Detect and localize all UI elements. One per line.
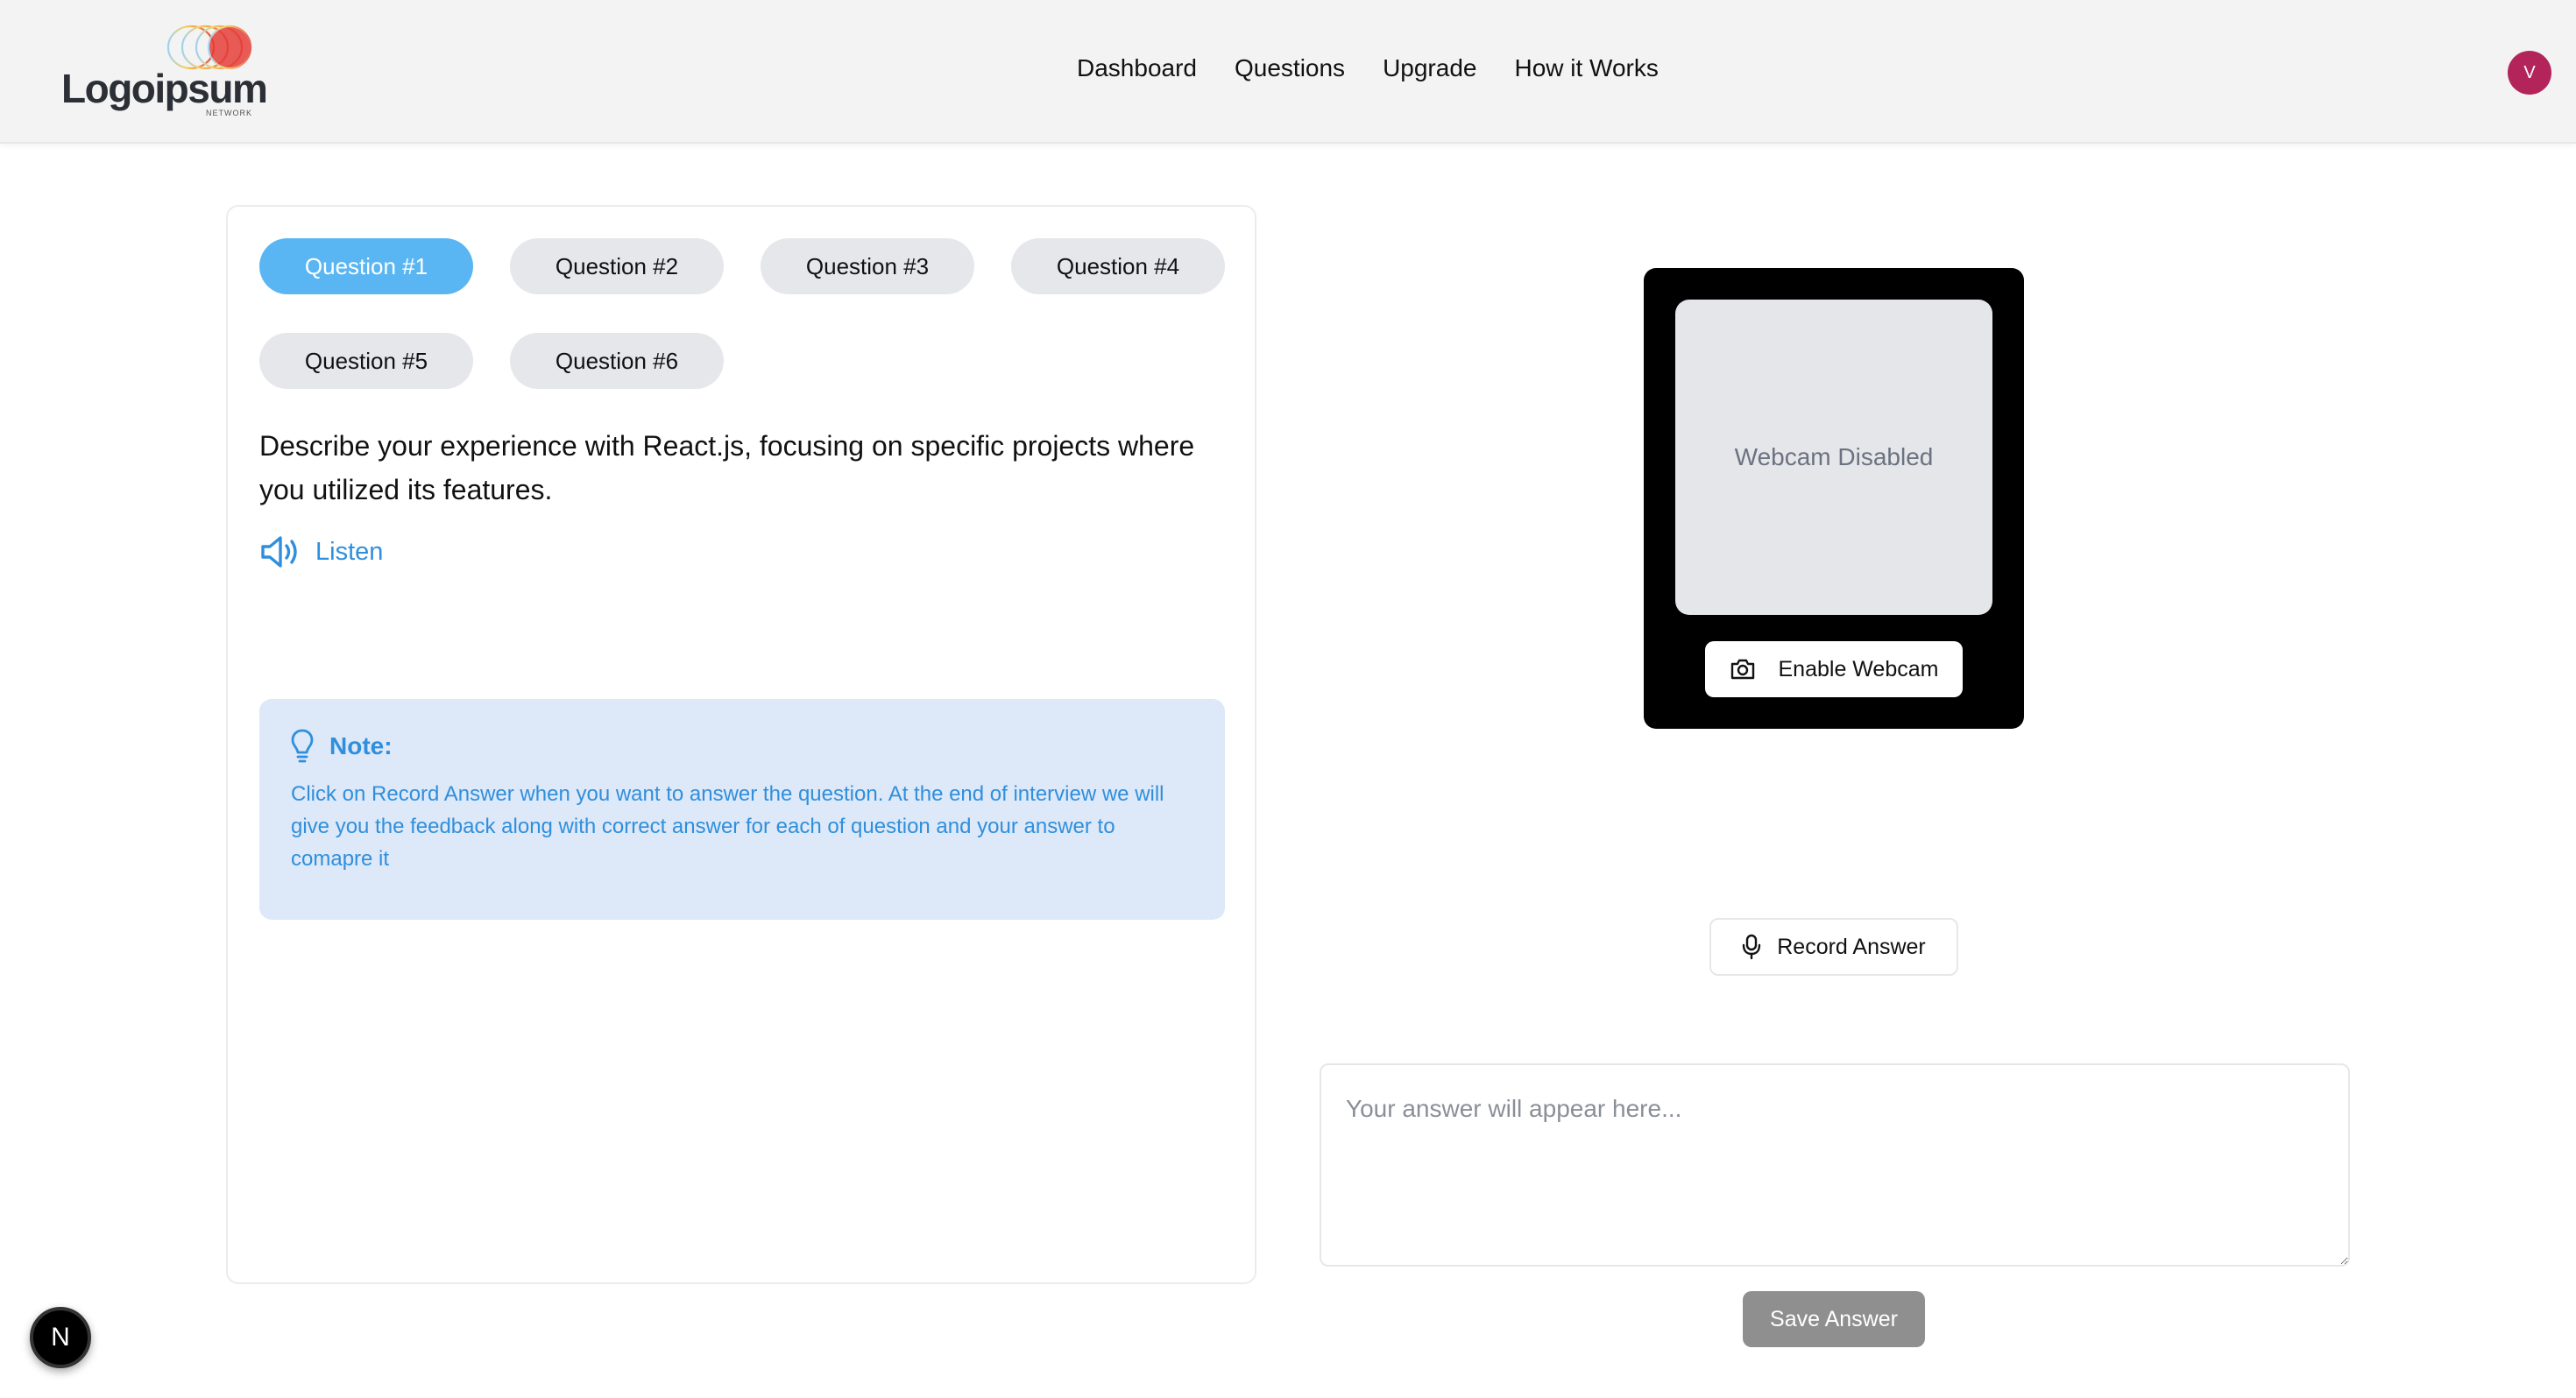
nav-upgrade[interactable]: Upgrade bbox=[1383, 54, 1476, 82]
microphone-icon bbox=[1743, 934, 1761, 960]
question-tab-4[interactable]: Question #4 bbox=[1011, 238, 1225, 294]
volume-icon bbox=[261, 536, 297, 568]
questions-panel: Question #1 Question #2 Question #3 Ques… bbox=[226, 205, 1256, 1284]
enable-webcam-button[interactable]: Enable Webcam bbox=[1705, 641, 1963, 697]
webcam-placeholder: Webcam Disabled bbox=[1675, 300, 1992, 615]
logo-text: Logoipsum bbox=[61, 66, 268, 111]
logo[interactable]: Logoipsum NETWORK bbox=[61, 25, 268, 121]
note-box: Note: Click on Record Answer when you wa… bbox=[259, 699, 1225, 920]
camera-icon bbox=[1730, 659, 1754, 680]
question-tab-5[interactable]: Question #5 bbox=[259, 333, 473, 389]
question-tab-6[interactable]: Question #6 bbox=[510, 333, 724, 389]
answer-textarea[interactable] bbox=[1320, 1063, 2350, 1267]
note-header: Note: bbox=[291, 729, 1193, 764]
question-text: Describe your experience with React.js, … bbox=[259, 430, 1195, 505]
question-tabs: Question #1 Question #2 Question #3 Ques… bbox=[259, 238, 1227, 389]
top-navbar: Logoipsum NETWORK Dashboard Questions Up… bbox=[0, 0, 2576, 144]
listen-button[interactable]: Listen bbox=[259, 534, 383, 569]
nav-dashboard[interactable]: Dashboard bbox=[1077, 54, 1197, 82]
record-answer-label: Record Answer bbox=[1777, 934, 1926, 959]
listen-label: Listen bbox=[315, 537, 384, 566]
logo-mark-icon bbox=[166, 25, 252, 70]
question-tab-2[interactable]: Question #2 bbox=[510, 238, 724, 294]
question-tab-1[interactable]: Question #1 bbox=[259, 238, 473, 294]
dev-tools-badge[interactable]: N bbox=[30, 1307, 91, 1368]
question-tab-3[interactable]: Question #3 bbox=[761, 238, 974, 294]
webcam-panel: Webcam Disabled Enable Webcam bbox=[1644, 268, 2024, 729]
nav-how-it-works[interactable]: How it Works bbox=[1514, 54, 1658, 82]
main-nav: Dashboard Questions Upgrade How it Works bbox=[1077, 54, 1659, 82]
user-avatar[interactable]: V bbox=[2508, 51, 2551, 95]
logo-subtext: NETWORK bbox=[206, 109, 252, 117]
lightbulb-icon bbox=[291, 729, 314, 763]
record-answer-button[interactable]: Record Answer bbox=[1709, 918, 1958, 976]
enable-webcam-label: Enable Webcam bbox=[1778, 656, 1939, 681]
note-body: Click on Record Answer when you want to … bbox=[291, 782, 1164, 871]
note-title: Note: bbox=[329, 732, 393, 759]
nav-questions[interactable]: Questions bbox=[1235, 54, 1345, 82]
save-answer-button[interactable]: Save Answer bbox=[1743, 1291, 1925, 1347]
